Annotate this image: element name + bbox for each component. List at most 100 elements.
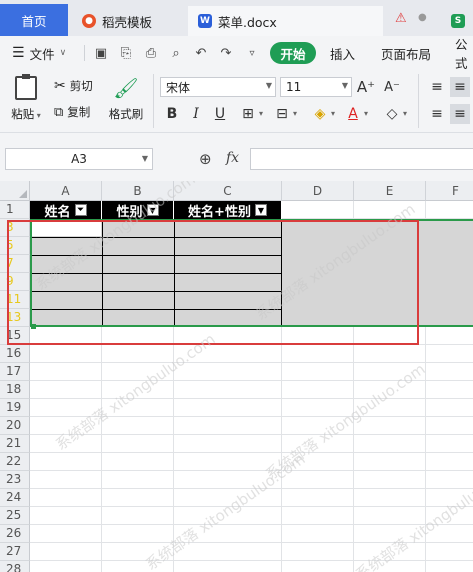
filter-dropdown-icon[interactable]: ▼ xyxy=(254,204,267,216)
italic-button[interactable]: I xyxy=(186,104,206,124)
start-tab-label: 开始 xyxy=(280,46,306,62)
name-box[interactable]: A3 ▼ xyxy=(5,148,153,170)
grid-row-line xyxy=(30,398,473,399)
row-header[interactable]: 23 xyxy=(0,471,30,489)
column-header-f[interactable]: F xyxy=(426,181,473,201)
column-header-b[interactable]: B xyxy=(102,181,174,201)
export-icon[interactable]: ⎘ xyxy=(117,44,135,62)
align-center-icon[interactable]: ≡ xyxy=(450,104,470,124)
insert-tab-label: 插入 xyxy=(330,46,356,62)
bold-label: B xyxy=(166,106,178,122)
font-size-value: 11 xyxy=(286,80,302,94)
save-icon[interactable]: ▣ xyxy=(92,44,110,62)
font-color-icon[interactable]: A xyxy=(343,104,363,124)
print-icon[interactable]: ⎙ xyxy=(142,44,160,62)
grow-font-button[interactable]: A⁺ xyxy=(356,77,376,97)
row-header[interactable]: 17 xyxy=(0,363,30,381)
format-painter-label: 格式刷 xyxy=(108,107,144,121)
row-header[interactable]: 20 xyxy=(0,417,30,435)
row-header[interactable]: 26 xyxy=(0,525,30,543)
page-layout-tab[interactable]: 页面布局 xyxy=(381,36,431,70)
border-icon[interactable]: ⊞ xyxy=(238,104,258,124)
row-header[interactable]: 28 xyxy=(0,561,30,572)
start-tab[interactable]: 开始 xyxy=(270,42,316,64)
insert-tab[interactable]: 插入 xyxy=(330,36,355,70)
grid-row-line xyxy=(30,542,473,543)
divider xyxy=(84,45,85,61)
file-menu-label: 文件 xyxy=(29,46,55,62)
chevron-down-icon[interactable]: ▾ xyxy=(403,109,407,118)
chevron-down-icon[interactable]: ▼ xyxy=(142,154,148,163)
chevron-down-icon[interactable]: ▾ xyxy=(364,109,368,118)
italic-label: I xyxy=(193,106,199,122)
fill-color-icon[interactable]: ◈ xyxy=(310,104,330,124)
shrink-font-button[interactable]: A⁻ xyxy=(382,77,402,97)
header-name-label: 姓名 xyxy=(44,204,71,220)
eraser-icon[interactable]: ◇ xyxy=(382,104,402,124)
header-cell-gender[interactable]: 性别 ▼ xyxy=(102,201,174,220)
row-header[interactable]: 22 xyxy=(0,453,30,471)
header-cell-name[interactable]: 姓名 ⏷ xyxy=(30,201,102,220)
chevron-down-icon[interactable]: ▾ xyxy=(293,109,297,118)
column-header-a[interactable]: A xyxy=(30,181,102,201)
grid-row-line xyxy=(30,434,473,435)
align-left-icon[interactable]: ≡ xyxy=(427,104,447,124)
tab-document[interactable]: W 菜单.docx xyxy=(188,6,383,36)
row-header[interactable]: 27 xyxy=(0,543,30,561)
print-preview-icon[interactable]: ⌕ xyxy=(167,44,185,62)
font-size-select[interactable]: 11 ▼ xyxy=(280,77,352,97)
function-icon[interactable]: fx xyxy=(226,150,239,166)
bold-button[interactable]: B xyxy=(162,104,182,124)
column-header-c[interactable]: C xyxy=(174,181,282,201)
more-chevron-icon[interactable]: ▿ xyxy=(243,44,261,62)
row-header[interactable]: 18 xyxy=(0,381,30,399)
grid-row-line xyxy=(30,470,473,471)
underline-button[interactable]: U xyxy=(210,104,230,124)
formula-tab[interactable]: 公式 xyxy=(455,36,473,71)
row-header[interactable]: 19 xyxy=(0,399,30,417)
column-header-e[interactable]: E xyxy=(354,181,426,201)
formula-input[interactable] xyxy=(250,148,473,170)
chevron-down-icon[interactable]: ▾ xyxy=(331,109,335,118)
font-name-select[interactable]: 宋体 ▼ xyxy=(160,77,276,97)
cut-button[interactable]: ✂ 剪切 xyxy=(54,78,93,94)
chevron-down-icon: ∨ xyxy=(59,48,67,58)
tab-home[interactable]: 首页 xyxy=(0,4,68,36)
brush-icon: 🖌 xyxy=(113,76,139,100)
chevron-down-icon: ▼ xyxy=(265,81,272,90)
row-header[interactable]: 21 xyxy=(0,435,30,453)
column-header-d[interactable]: D xyxy=(282,181,354,201)
row-header[interactable]: 16 xyxy=(0,345,30,363)
undo-icon[interactable]: ↶ xyxy=(192,44,210,62)
font-name-value: 宋体 xyxy=(166,80,191,95)
warning-icon[interactable]: ⚠ xyxy=(395,11,407,26)
tab-template-label: 稻壳模板 xyxy=(102,14,153,30)
header-cell-name-gender[interactable]: 姓名+性别 ▼ xyxy=(174,201,282,220)
grid-row-line xyxy=(30,416,473,417)
scissors-icon: ✂ xyxy=(54,78,66,94)
chevron-down-icon[interactable]: ▾ xyxy=(259,109,263,118)
tab-template[interactable]: ● 稻壳模板 xyxy=(72,6,184,36)
cut-label: 剪切 xyxy=(69,79,93,93)
select-all-corner[interactable] xyxy=(0,181,30,201)
format-painter-button[interactable]: 🖌 格式刷 xyxy=(106,76,146,122)
file-menu[interactable]: ☰ 文件 ∨ xyxy=(12,36,66,70)
copy-icon: ⧉ xyxy=(54,104,64,120)
zoom-icon[interactable]: ⊕ xyxy=(199,150,212,168)
align-top-icon[interactable]: ≡ xyxy=(427,77,447,97)
redo-icon[interactable]: ↷ xyxy=(217,44,235,62)
row-header[interactable]: 1 xyxy=(0,201,30,219)
copy-button[interactable]: ⧉ 复制 xyxy=(54,104,90,120)
filter-dropdown-icon[interactable]: ▼ xyxy=(146,204,159,216)
watermark: 系统部落 xitongbuluo.com xyxy=(352,459,473,572)
annotation-box xyxy=(7,220,419,345)
active-filter-icon[interactable]: ⏷ xyxy=(74,204,87,216)
grid-row-line xyxy=(30,452,473,453)
underline-label: U xyxy=(214,106,226,122)
tab-spreadsheet[interactable]: S xyxy=(448,6,473,36)
merge-cells-icon[interactable]: ⊟ xyxy=(272,104,292,124)
align-middle-icon[interactable]: ≡ xyxy=(450,77,470,97)
paste-button[interactable]: 粘贴 ▾ xyxy=(8,74,44,122)
row-header[interactable]: 25 xyxy=(0,507,30,525)
row-header[interactable]: 24 xyxy=(0,489,30,507)
